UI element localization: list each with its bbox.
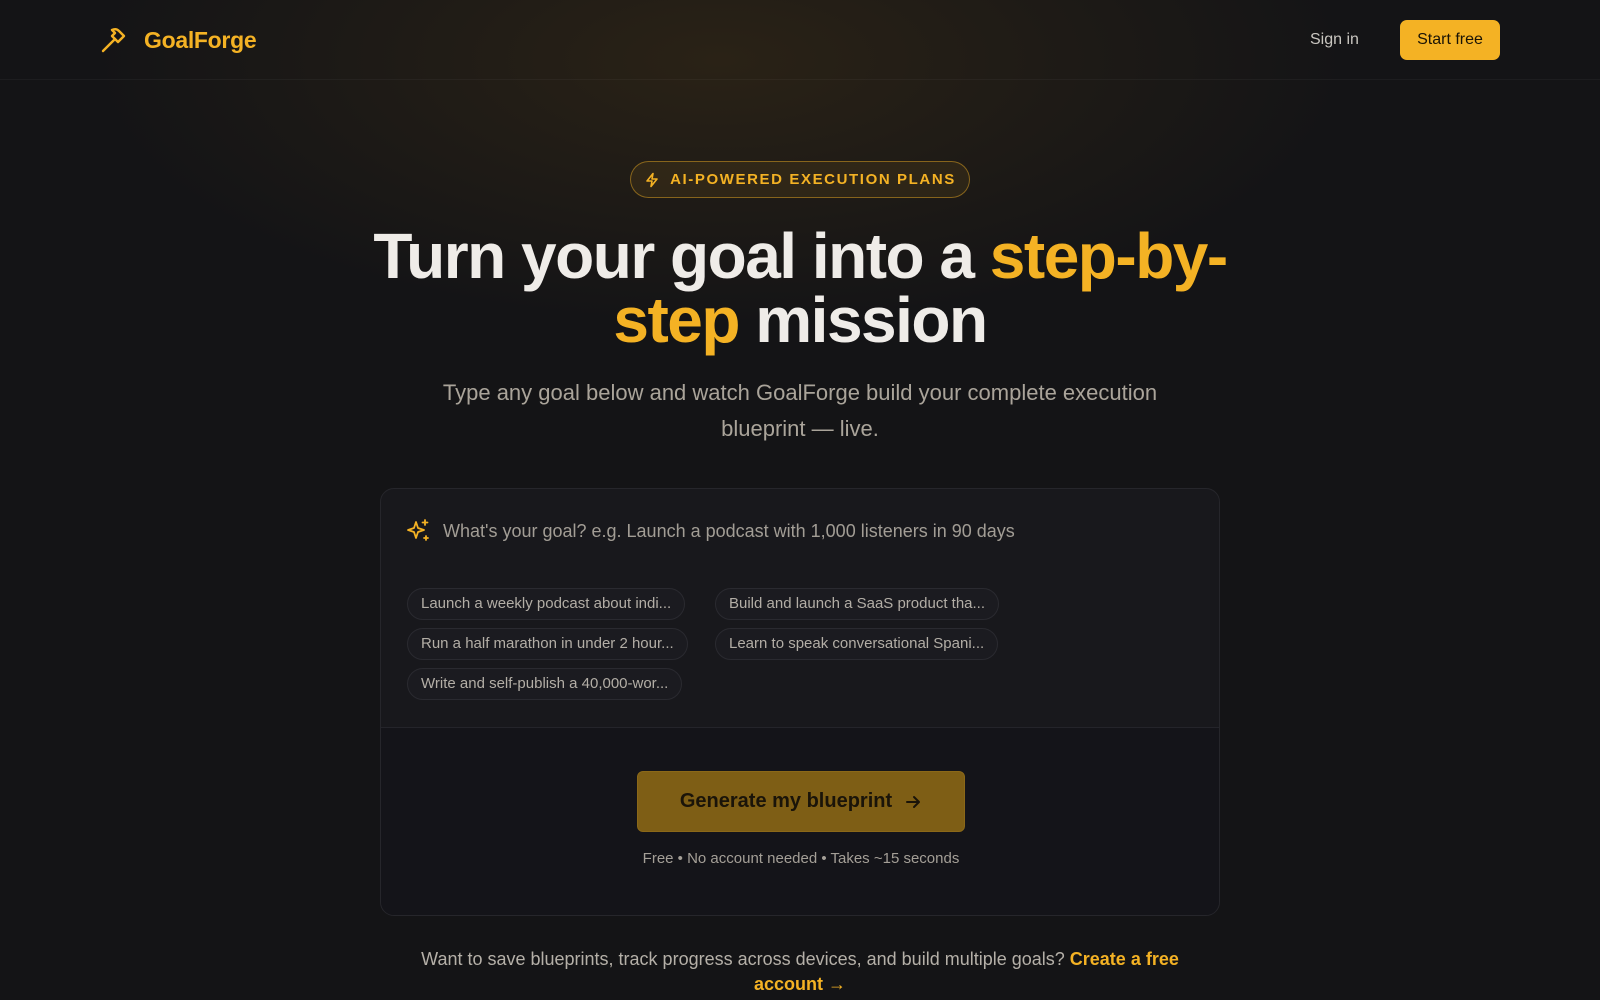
headline-accent-2: step (613, 284, 740, 356)
hero-headline: Turn your goal into a step-by-step missi… (300, 224, 1300, 352)
generate-blueprint-button[interactable]: Generate my blueprint (637, 771, 965, 832)
sparkle-icon (407, 519, 429, 541)
brand-logo[interactable]: GoalForge (98, 22, 257, 58)
sign-in-link[interactable]: Sign in (1310, 26, 1359, 54)
suggestion-chip[interactable]: Build and launch a SaaS product tha... (715, 588, 1000, 620)
suggestion-chip[interactable]: Run a half marathon in under 2 hour... (407, 628, 688, 660)
suggestion-chip[interactable]: Launch a weekly podcast about indi... (407, 588, 686, 620)
start-free-button[interactable]: Start free (1400, 20, 1500, 60)
hammer-icon (101, 28, 126, 53)
account-cta: Want to save blueprints, track progress … (400, 947, 1200, 997)
brand-name: GoalForge (144, 26, 257, 53)
top-nav: GoalForge Sign in Start free (0, 0, 1600, 80)
goal-input-section: Launch a weekly podcast about indi... Bu… (381, 489, 1219, 727)
lightning-bolt-icon (646, 172, 658, 187)
suggestion-chip[interactable]: Write and self-publish a 40,000-wor... (407, 668, 683, 700)
generate-button-label: Generate my blueprint (679, 790, 893, 812)
feature-badge: AI-POWERED EXECUTION PLANS (630, 161, 970, 198)
hero-subtitle: Type any goal below and watch GoalForge … (442, 380, 1158, 441)
headline-accent-1: step-by- (989, 220, 1228, 292)
suggestion-chip[interactable]: Learn to speak conversational Spani... (715, 628, 999, 660)
arrow-right-icon (906, 795, 921, 808)
badge-label: AI-POWERED EXECUTION PLANS (670, 171, 956, 188)
headline-text-end: mission (738, 284, 988, 356)
headline-text-start: Turn your goal into a (373, 220, 990, 292)
generate-note: Free • No account needed • Takes ~15 sec… (642, 850, 960, 867)
goal-card: Launch a weekly podcast about indi... Bu… (380, 488, 1220, 916)
account-cta-text: Want to save blueprints, track progress … (421, 949, 1070, 969)
goal-input[interactable] (443, 511, 1183, 551)
